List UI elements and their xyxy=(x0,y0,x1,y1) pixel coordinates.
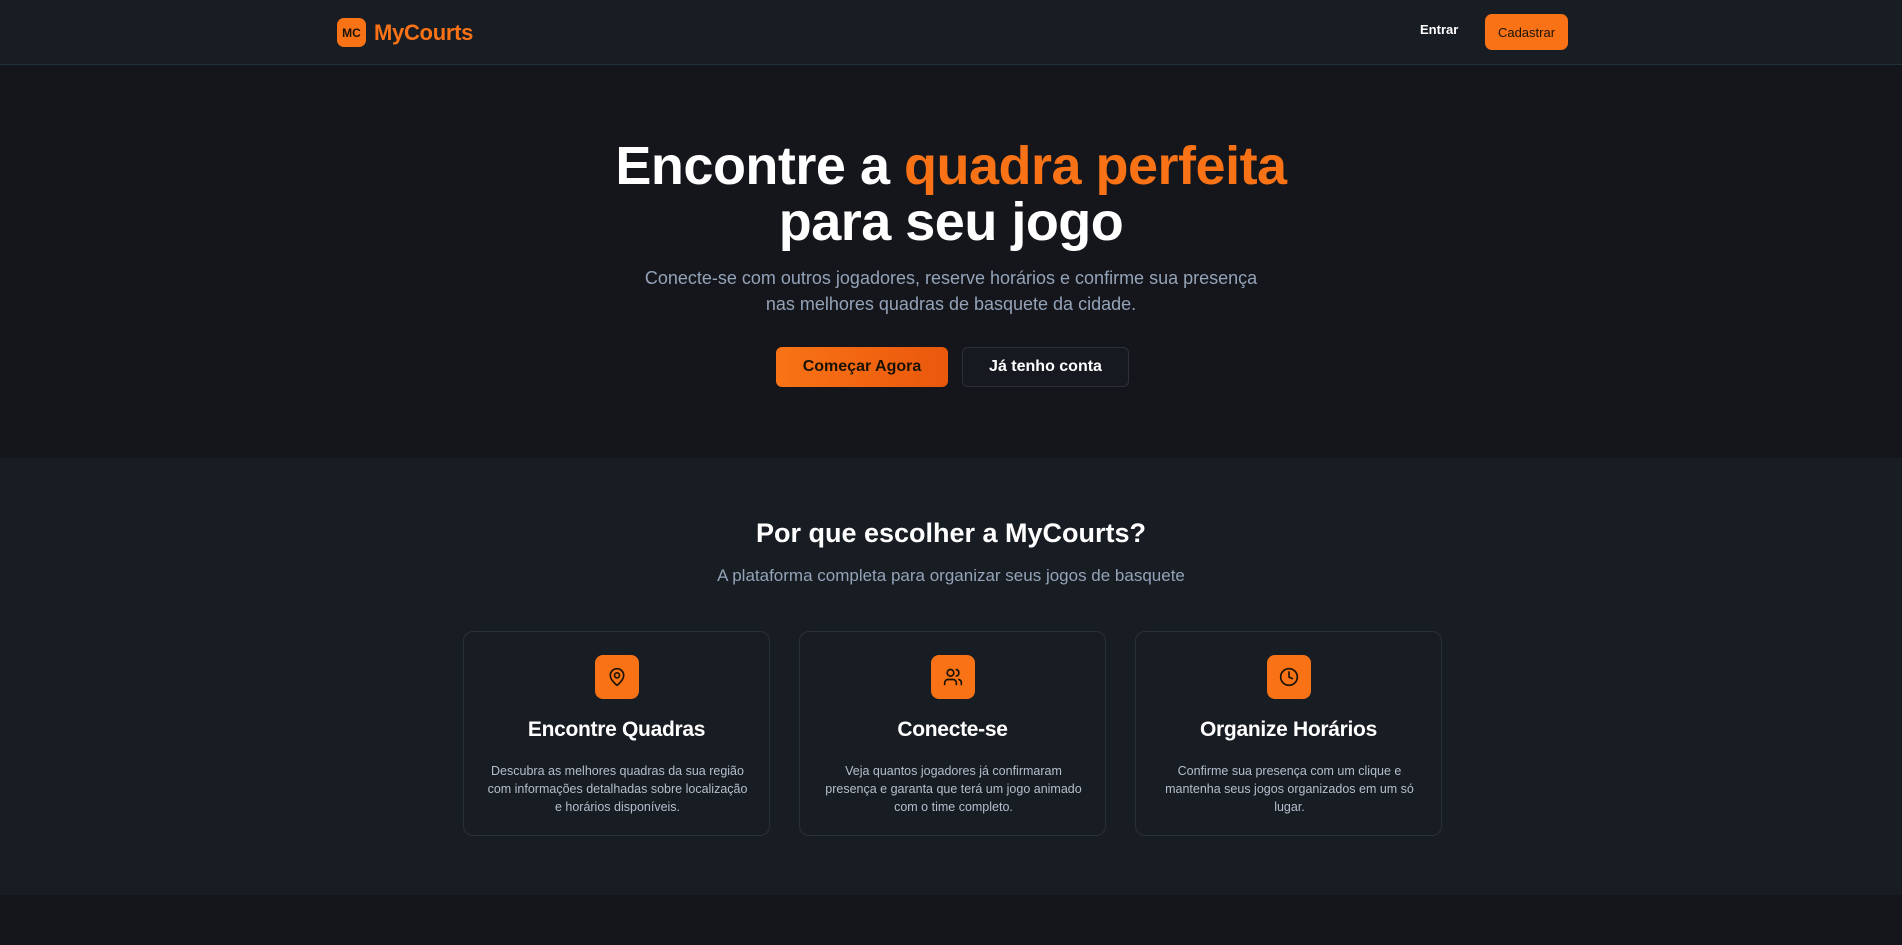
brand-logo[interactable]: MC MyCourts xyxy=(337,18,473,47)
top-navbar: MC MyCourts Entrar Cadastrar xyxy=(0,0,1902,65)
features-title: Por que escolher a MyCourts? xyxy=(755,518,1147,548)
feature-card-description: Descubra as melhores quadras da sua regi… xyxy=(487,764,748,814)
hero-section: Encontre a quadra perfeita para seu jogo… xyxy=(0,65,1902,458)
feature-card-title: Encontre Quadras xyxy=(527,718,706,741)
login-link[interactable]: Entrar xyxy=(1420,22,1458,37)
features-subtitle: A plataforma completa para organizar seu… xyxy=(717,566,1185,585)
feature-card-title: Conecte-se xyxy=(897,718,1008,741)
feature-card-connect: Conecte-se Veja quantos jogadores já con… xyxy=(799,631,1106,836)
signup-button[interactable]: Cadastrar xyxy=(1485,14,1568,50)
feature-card-find-courts: Encontre Quadras Descubra as melhores qu… xyxy=(463,631,770,836)
hero-subtitle-line2: nas melhores quadras de basquete da cida… xyxy=(765,294,1137,314)
have-account-button[interactable]: Já tenho conta xyxy=(962,347,1129,387)
feature-card-description: Veja quantos jogadores já confirmaram pr… xyxy=(825,764,1082,814)
get-started-button[interactable]: Começar Agora xyxy=(776,347,948,387)
brand-name: MyCourts xyxy=(374,19,474,45)
hero-title-accent: quadra perfeita xyxy=(903,136,1287,196)
features-section: Por que escolher a MyCourts? A plataform… xyxy=(0,458,1902,895)
brand-badge: MC xyxy=(337,18,366,47)
map-pin-icon xyxy=(595,655,639,699)
hero-title-part1: Encontre a xyxy=(615,136,904,196)
hero-title: Encontre a quadra perfeita para seu jogo xyxy=(0,138,1902,250)
feature-card-organize: Organize Horários Confirme sua presença … xyxy=(1135,631,1442,836)
hero-subtitle-line1: Conecte-se com outros jogadores, reserve… xyxy=(644,268,1258,288)
users-icon xyxy=(931,655,975,699)
footer-area xyxy=(0,895,1902,945)
clock-icon xyxy=(1267,655,1311,699)
feature-card-title: Organize Horários xyxy=(1200,718,1377,741)
hero-title-part2: para seu jogo xyxy=(778,192,1124,252)
feature-card-description: Confirme sua presença com um clique e ma… xyxy=(1165,764,1414,814)
hero-subtitle: Conecte-se com outros jogadores, reserve… xyxy=(0,265,1902,317)
